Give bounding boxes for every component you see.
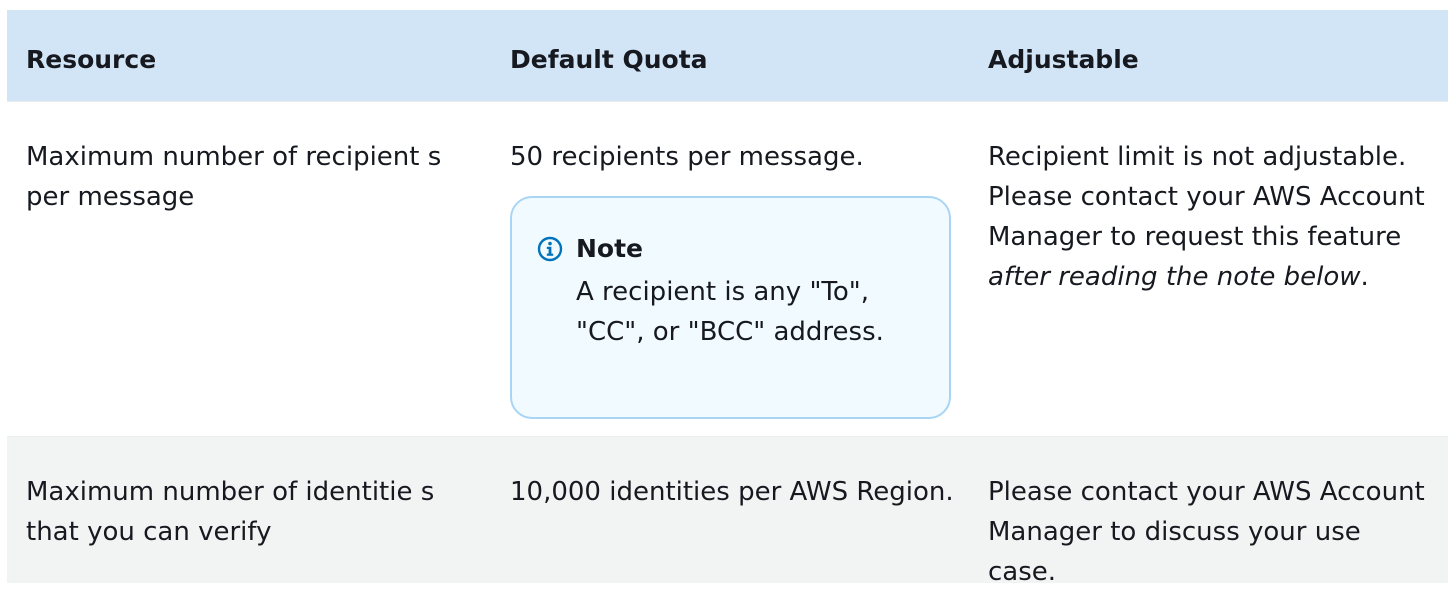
adjustable-suffix: . [1360,262,1369,292]
table-row: Maximum number of identitie s that you c… [7,437,1448,587]
adjustable-cell: Recipient limit is not adjustable. Pleas… [969,102,1448,436]
default-quota-cell: 10,000 identities per AWS Region. [510,477,954,507]
info-icon [537,236,563,262]
adjustable-emphasis: after reading the note below [988,262,1361,292]
note-text: A recipient is any "To", "CC", or "BCC" … [576,277,884,347]
adjustable-cell: Please contact your AWS Account Manager … [988,477,1425,587]
note-title: Note [576,234,644,263]
quota-text: 50 recipients per message. [510,142,864,172]
note-header: Note [537,234,929,264]
resource-cell: Maximum number of identitie s that you c… [26,477,435,547]
resource-cell: Maximum number of recipient s per messag… [26,142,442,212]
table-row: Maximum number of recipient s per messag… [7,102,1448,437]
adjustable-text: Recipient limit is not adjustable. Pleas… [988,142,1425,252]
header-adjustable: Adjustable [988,45,1139,74]
table-header-row: Resource Default Quota Adjustable [7,10,1448,102]
default-quota-cell: 50 recipients per message. Note A recipi… [491,102,969,436]
header-resource: Resource [26,45,157,74]
note-box: Note A recipient is any "To", "CC", or "… [510,196,951,419]
quotas-table: Resource Default Quota Adjustable Maximu… [7,10,1448,587]
header-default-quota: Default Quota [510,45,708,74]
